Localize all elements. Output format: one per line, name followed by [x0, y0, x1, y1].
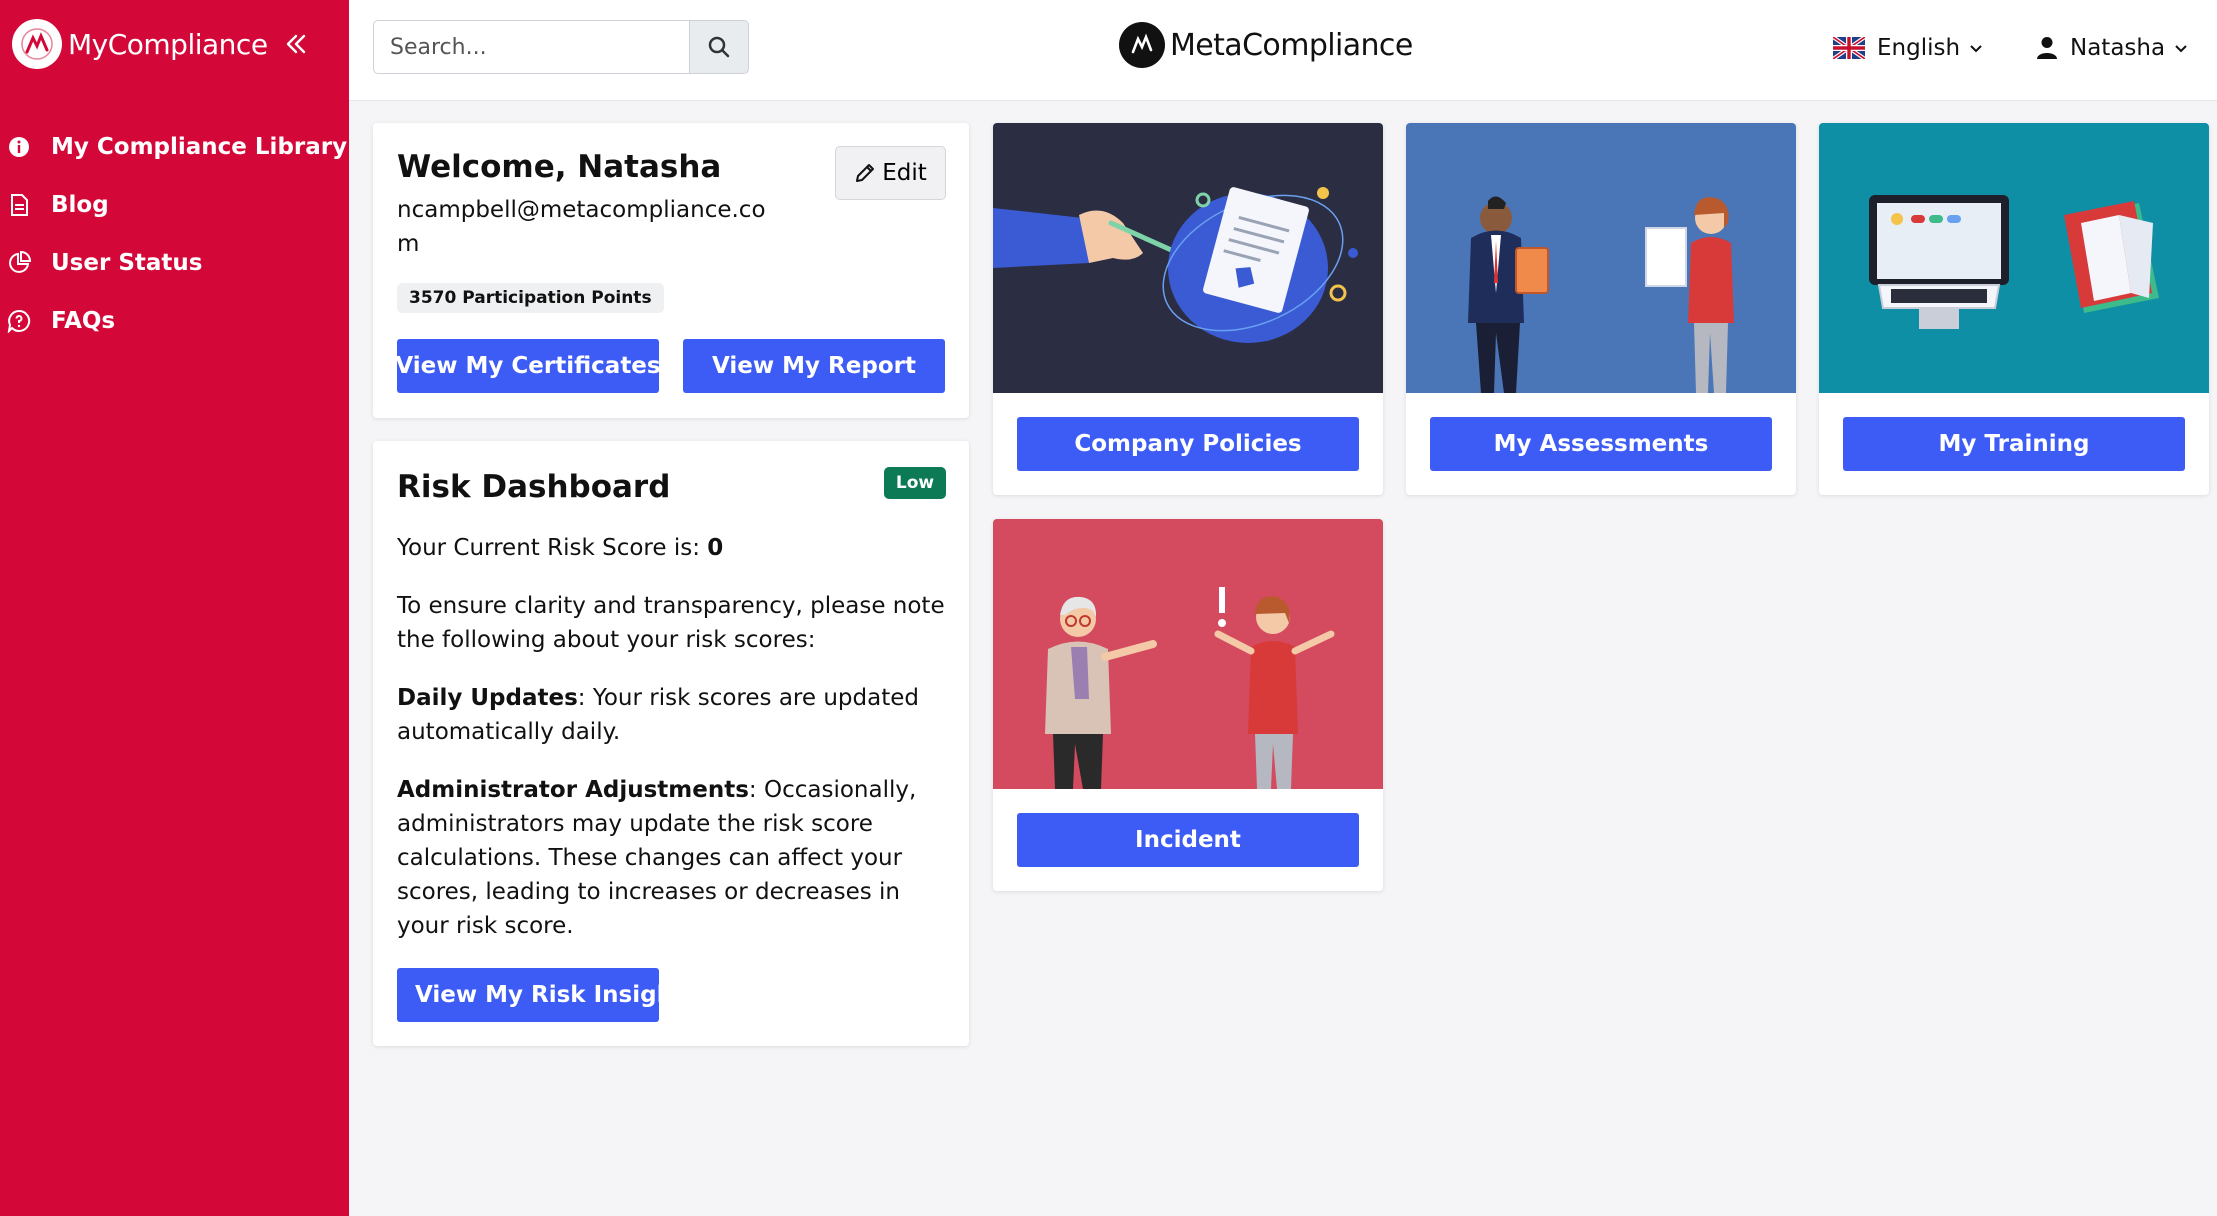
top-bar: MetaCompliance English Natasha — [349, 0, 2217, 101]
search-icon — [708, 36, 730, 58]
assessment-people-icon — [1468, 196, 1734, 393]
edit-button-label: Edit — [882, 160, 927, 186]
daily-updates-note: Daily Updates: Your risk scores are upda… — [397, 681, 957, 749]
participation-points-badge: 3570 Participation Points — [397, 283, 664, 313]
company-policies-button[interactable]: Company Policies — [1017, 417, 1359, 471]
chevron-down-icon — [2173, 40, 2189, 56]
center-brand-name: MetaCompliance — [1170, 27, 1413, 63]
welcome-title: Welcome, Natasha — [397, 149, 722, 185]
sidebar-item-label: FAQs — [51, 308, 116, 334]
company-policies-illustration — [993, 123, 1383, 393]
daily-updates-title: Daily Updates — [397, 685, 578, 711]
my-assessments-button[interactable]: My Assessments — [1430, 417, 1772, 471]
view-risk-insights-button[interactable]: View My Risk Insights — [397, 968, 659, 1022]
brand-logo[interactable]: MyCompliance — [12, 18, 268, 70]
view-report-button[interactable]: View My Report — [683, 339, 945, 393]
laptop-and-books-icon — [1869, 195, 2159, 329]
mycompliance-logo-icon — [12, 19, 62, 69]
risk-score-value: 0 — [707, 535, 724, 561]
my-assessments-tile: My Assessments — [1406, 123, 1796, 495]
welcome-card: Welcome, Natasha ncampbell@metacomplianc… — [373, 123, 969, 418]
uk-flag-icon — [1833, 37, 1865, 59]
my-training-illustration — [1819, 123, 2209, 393]
risk-dashboard-card: Risk Dashboard Low Your Current Risk Sco… — [373, 441, 969, 1046]
double-chevron-left-icon — [286, 34, 306, 54]
sidebar-item-user-status[interactable]: User Status — [0, 234, 349, 292]
incident-illustration — [993, 519, 1383, 789]
incident-people-icon — [1045, 587, 1335, 789]
language-label: English — [1877, 35, 1961, 61]
sidebar-item-faqs[interactable]: FAQs — [0, 292, 349, 350]
sidebar-nav: My Compliance Library Blog User Status F… — [0, 118, 349, 350]
admin-adjustments-title: Administrator Adjustments — [397, 777, 749, 803]
sidebar-item-compliance-library[interactable]: My Compliance Library — [0, 118, 349, 176]
pencil-icon — [856, 164, 875, 182]
sidebar-item-label: Blog — [51, 192, 109, 218]
search-button[interactable] — [689, 20, 749, 74]
sidebar: MyCompliance My Compliance Library Blog … — [0, 0, 349, 1216]
sidebar-item-label: My Compliance Library — [51, 134, 348, 160]
signing-document-icon — [993, 187, 1358, 343]
pie-chart-icon — [6, 250, 32, 276]
admin-adjustments-note: Administrator Adjustments: Occasionally,… — [397, 773, 957, 943]
risk-level-badge: Low — [884, 467, 946, 499]
metacompliance-logo-icon — [1119, 22, 1165, 68]
user-icon — [2037, 37, 2057, 59]
edit-profile-button[interactable]: Edit — [835, 146, 946, 200]
info-circle-icon — [6, 134, 32, 160]
company-policies-tile: Company Policies — [993, 123, 1383, 495]
search-input[interactable] — [373, 20, 698, 74]
document-icon — [6, 192, 32, 218]
view-certificates-button[interactable]: View My Certificates — [397, 339, 659, 393]
chevron-down-icon — [1968, 40, 1984, 56]
risk-intro: To ensure clarity and transparency, plea… — [397, 593, 945, 653]
user-email: ncampbell@metacompliance.com — [397, 197, 766, 257]
user-menu[interactable]: Natasha — [2036, 28, 2189, 68]
brand-name: MyCompliance — [68, 27, 268, 61]
my-training-button[interactable]: My Training — [1843, 417, 2185, 471]
my-assessments-illustration — [1406, 123, 1796, 393]
metacompliance-logo[interactable]: MetaCompliance — [1119, 20, 1413, 70]
user-name: Natasha — [2070, 35, 2166, 61]
sidebar-item-label: User Status — [51, 250, 203, 276]
risk-score-line: Your Current Risk Score is: 0 — [397, 531, 957, 565]
incident-button[interactable]: Incident — [1017, 813, 1359, 867]
risk-description: Your Current Risk Score is: 0 To ensure … — [397, 531, 957, 967]
incident-tile: Incident — [993, 519, 1383, 891]
language-selector[interactable]: English — [1833, 28, 1984, 68]
risk-dashboard-title: Risk Dashboard — [397, 469, 671, 505]
collapse-sidebar-button[interactable] — [280, 28, 312, 60]
risk-score-label: Your Current Risk Score is: — [397, 535, 708, 561]
my-training-tile: My Training — [1819, 123, 2209, 495]
question-bubble-icon — [6, 308, 32, 334]
sidebar-item-blog[interactable]: Blog — [0, 176, 349, 234]
